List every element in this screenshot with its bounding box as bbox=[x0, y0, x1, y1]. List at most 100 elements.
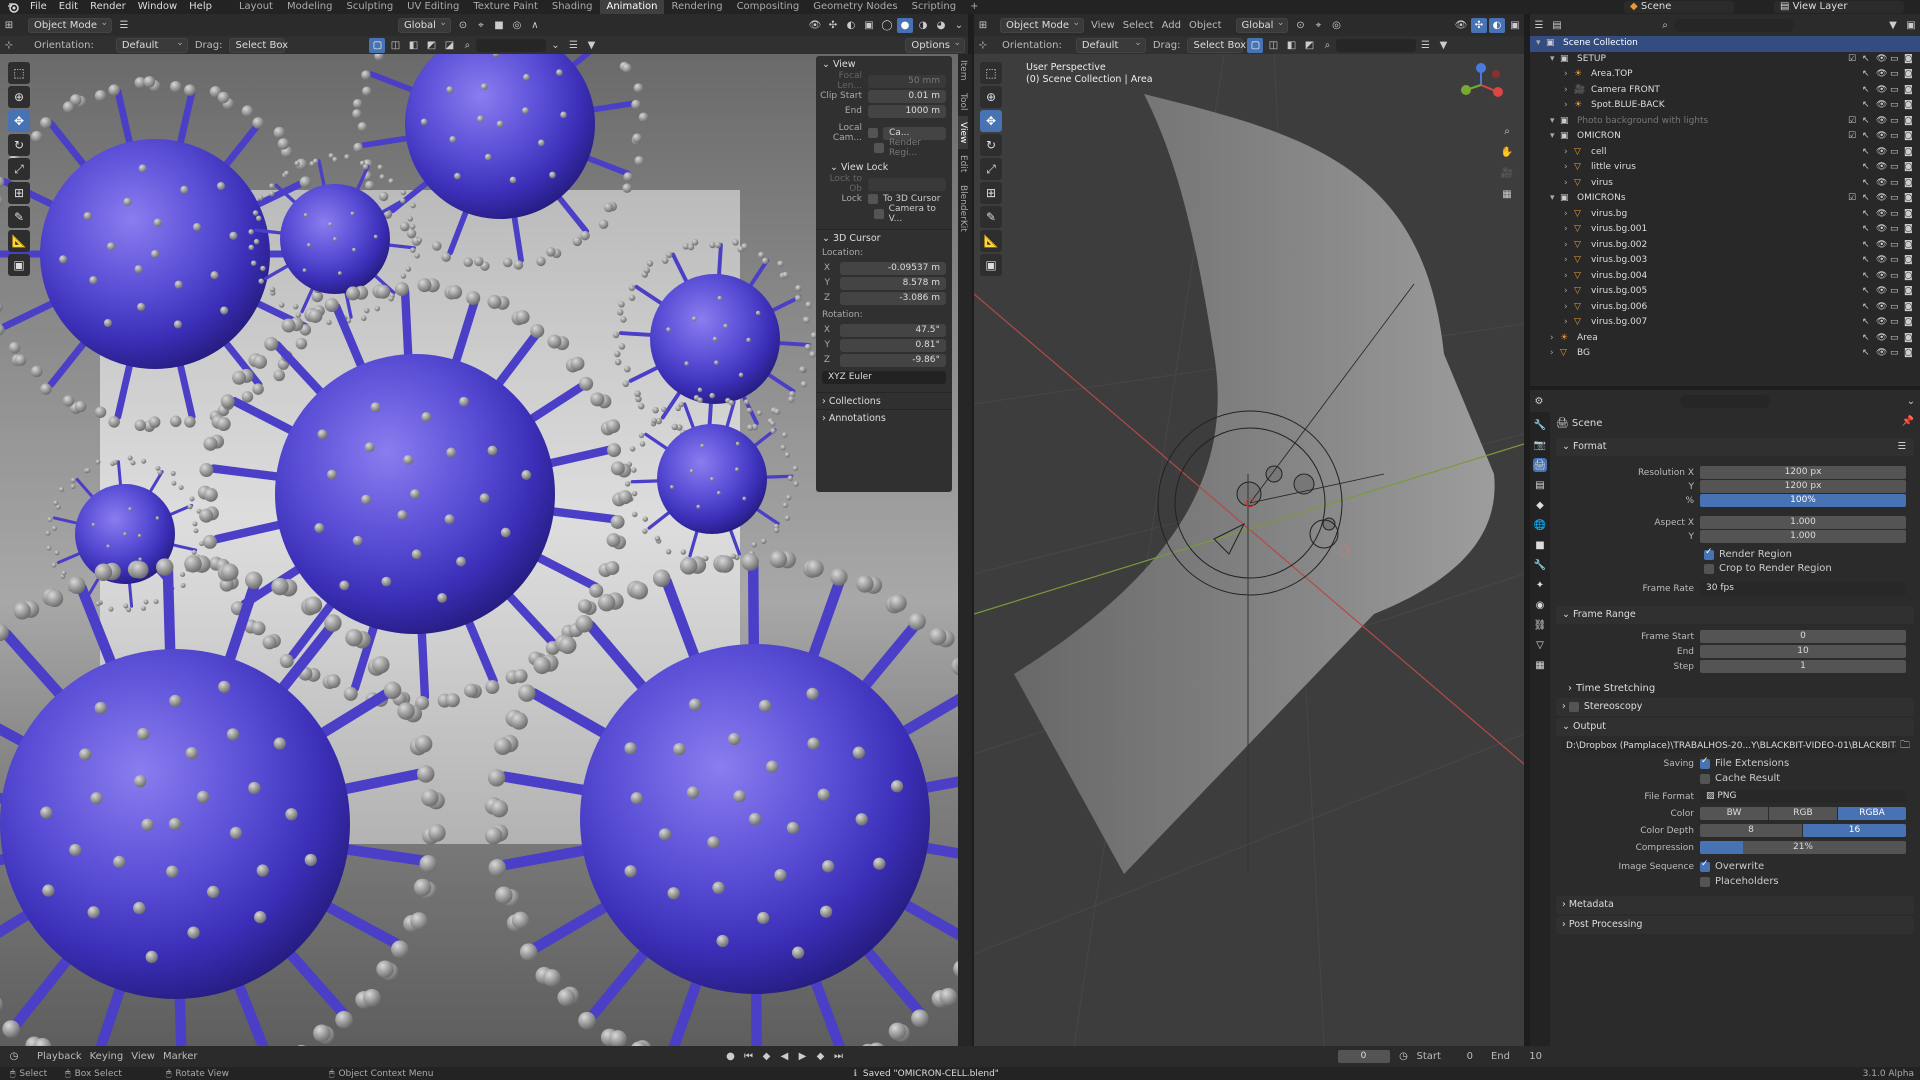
right-rotate-tool-icon[interactable]: ↻ bbox=[980, 134, 1002, 156]
funnel-icon[interactable]: ▼ bbox=[583, 38, 599, 53]
viewport-screen-icon[interactable]: ▭ bbox=[1890, 160, 1900, 176]
viewport-screen-icon[interactable]: ▭ bbox=[1890, 222, 1900, 238]
expand-right-icon[interactable]: › bbox=[1550, 331, 1560, 347]
outliner-row[interactable]: ▾ ▣ OMICRON ☑ ↖ 👁 ▭ ◙ bbox=[1530, 129, 1920, 145]
timeline-menu-marker[interactable]: Marker bbox=[163, 1051, 198, 1062]
add-cube-tool-icon[interactable]: ▣ bbox=[8, 254, 30, 276]
expand-down-icon[interactable]: ▾ bbox=[1536, 36, 1546, 52]
workspace-tab-texture-paint[interactable]: Texture Paint bbox=[466, 0, 545, 14]
render-camera-icon[interactable]: ◙ bbox=[1904, 145, 1914, 161]
navigation-gizmo[interactable] bbox=[1456, 60, 1506, 110]
viewport-screen-icon[interactable]: ▭ bbox=[1890, 176, 1900, 192]
selectable-arrow-icon[interactable]: ↖ bbox=[1862, 191, 1872, 207]
exclude-checkbox-icon[interactable] bbox=[1848, 300, 1858, 316]
expand-right-icon[interactable]: › bbox=[1564, 222, 1574, 238]
selectable-arrow-icon[interactable]: ↖ bbox=[1862, 145, 1872, 161]
drag-dropdown[interactable]: Select Box bbox=[229, 37, 288, 53]
data-tab-icon[interactable]: ▽ bbox=[1533, 638, 1547, 652]
right-select-invert-icon[interactable]: ◩ bbox=[1301, 38, 1317, 53]
properties-search-input[interactable] bbox=[1680, 394, 1770, 408]
falloff-icon[interactable]: ∧ bbox=[527, 18, 543, 33]
viewport-screen-icon[interactable]: ▭ bbox=[1890, 207, 1900, 223]
sidebar-tab-tool[interactable]: Tool bbox=[958, 87, 968, 116]
workspace-tab-layout[interactable]: Layout bbox=[232, 0, 280, 14]
viewport-screen-icon[interactable]: ▭ bbox=[1890, 315, 1900, 331]
rotate-tool-icon[interactable]: ↻ bbox=[8, 134, 30, 156]
right-gizmo-icon[interactable]: ✣ bbox=[1471, 17, 1487, 33]
right-select-extend-icon[interactable]: ◫ bbox=[1265, 38, 1281, 53]
viewport-screen-icon[interactable]: ▭ bbox=[1890, 98, 1900, 114]
exclude-checkbox-icon[interactable] bbox=[1848, 67, 1858, 83]
left-transform-dropdown[interactable]: Global bbox=[398, 17, 451, 33]
properties-editor-icon[interactable]: ⚙ bbox=[1531, 394, 1547, 409]
right-menu-select[interactable]: Select bbox=[1123, 20, 1154, 31]
focal-length-field[interactable]: 50 mm bbox=[868, 74, 946, 88]
right-cursor-tool-icon[interactable]: ⊕ bbox=[980, 86, 1002, 108]
depth-8-button[interactable]: 8 bbox=[1700, 824, 1802, 837]
to-3d-cursor-checkbox[interactable] bbox=[868, 194, 878, 204]
res-x-field[interactable]: 1200 px bbox=[1700, 466, 1906, 479]
clip-end-field[interactable]: 1000 m bbox=[868, 104, 946, 118]
render-camera-icon[interactable]: ◙ bbox=[1904, 269, 1914, 285]
workspace-tab-rendering[interactable]: Rendering bbox=[664, 0, 729, 14]
prev-keyframe-icon[interactable]: ◆ bbox=[759, 1049, 775, 1064]
expand-right-icon[interactable]: › bbox=[1564, 207, 1574, 223]
outliner-row[interactable]: › ▽ virus.bg.003 ↖ 👁 ▭ ◙ bbox=[1530, 253, 1920, 269]
select-mode-subtract-icon[interactable]: ◧ bbox=[405, 38, 421, 53]
pin-icon[interactable]: 📌 bbox=[1902, 416, 1914, 427]
right-scale-tool-icon[interactable]: ⤢ bbox=[980, 158, 1002, 180]
metadata-section-header[interactable]: › Metadata bbox=[1556, 896, 1914, 914]
render-camera-icon[interactable]: ◙ bbox=[1904, 300, 1914, 316]
sidebar-tab-view[interactable]: View bbox=[958, 115, 968, 150]
visibility-eye-icon[interactable]: 👁 bbox=[1876, 67, 1887, 83]
tool-tab-icon[interactable]: 🔧 bbox=[1533, 418, 1547, 432]
selectable-arrow-icon[interactable]: ↖ bbox=[1862, 346, 1872, 362]
viewport-screen-icon[interactable]: ▭ bbox=[1890, 269, 1900, 285]
output-tab-icon[interactable]: 🖨 bbox=[1533, 458, 1547, 472]
expand-right-icon[interactable]: › bbox=[1564, 67, 1574, 83]
visibility-eye-icon[interactable]: 👁 bbox=[1876, 207, 1887, 223]
outliner-row[interactable]: › ▽ virus.bg.005 ↖ 👁 ▭ ◙ bbox=[1530, 284, 1920, 300]
outliner-search-icon[interactable]: ⌕ bbox=[1657, 18, 1673, 33]
menu-edit[interactable]: Edit bbox=[53, 0, 84, 14]
exclude-checkbox-icon[interactable] bbox=[1848, 83, 1858, 99]
shading-options-icon[interactable]: ⌄ bbox=[951, 18, 967, 33]
cursor-loc-y-field[interactable]: 8.578 m bbox=[840, 276, 946, 290]
options-dropdown[interactable]: Options bbox=[905, 37, 965, 53]
file-format-dropdown[interactable]: ▨ PNG bbox=[1700, 790, 1906, 803]
right-mode-dropdown[interactable]: Object Mode bbox=[1000, 17, 1084, 33]
viewport-screen-icon[interactable]: ▭ bbox=[1890, 129, 1900, 145]
expand-right-icon[interactable]: › bbox=[1564, 160, 1574, 176]
play-icon[interactable]: ▶ bbox=[795, 1049, 811, 1064]
modifier-tab-icon[interactable]: 🔧 bbox=[1533, 558, 1547, 572]
exclude-checkbox-icon[interactable]: ☑ bbox=[1848, 129, 1858, 145]
view-layer-tab-icon[interactable]: ▤ bbox=[1533, 478, 1547, 492]
pan-hand-icon[interactable]: ✋ bbox=[1499, 145, 1515, 160]
render-camera-icon[interactable]: ◙ bbox=[1904, 284, 1914, 300]
workspace-tab-animation[interactable]: Animation bbox=[599, 0, 665, 14]
right-menu-object[interactable]: Object bbox=[1189, 20, 1222, 31]
exclude-checkbox-icon[interactable] bbox=[1848, 238, 1858, 254]
selectable-arrow-icon[interactable]: ↖ bbox=[1862, 52, 1872, 68]
frame-end-field[interactable]: 10 bbox=[1700, 645, 1906, 658]
res-percent-slider[interactable]: 100% bbox=[1700, 494, 1906, 507]
texture-tab-icon[interactable]: ▦ bbox=[1533, 658, 1547, 672]
left-search-input[interactable] bbox=[476, 38, 547, 52]
exclude-checkbox-icon[interactable] bbox=[1848, 253, 1858, 269]
physics-tab-icon[interactable]: ◉ bbox=[1533, 598, 1547, 612]
viewport-screen-icon[interactable]: ▭ bbox=[1890, 284, 1900, 300]
right-list-icon[interactable]: ☰ bbox=[1417, 38, 1433, 53]
timeline-menu-keying[interactable]: Keying bbox=[90, 1051, 124, 1062]
expand-right-icon[interactable]: › bbox=[1564, 176, 1574, 192]
render-camera-icon[interactable]: ◙ bbox=[1904, 315, 1914, 331]
left-mode-dropdown[interactable]: Object Mode bbox=[28, 17, 112, 33]
scene-selector[interactable]: ◆ Scene bbox=[1624, 1, 1734, 13]
workspace-tab-uv-editing[interactable]: UV Editing bbox=[400, 0, 466, 14]
visibility-eye-icon[interactable]: 👁 bbox=[1876, 52, 1887, 68]
overlay-icon[interactable]: ◐ bbox=[843, 18, 859, 33]
next-keyframe-icon[interactable]: ◆ bbox=[813, 1049, 829, 1064]
properties-options-icon[interactable]: ⌄ bbox=[1903, 394, 1919, 409]
right-editor-type-icon[interactable]: ⊞ bbox=[975, 18, 991, 33]
ortho-toggle-icon[interactable]: ▦ bbox=[1499, 187, 1515, 202]
workspace-tab-modeling[interactable]: Modeling bbox=[280, 0, 340, 14]
